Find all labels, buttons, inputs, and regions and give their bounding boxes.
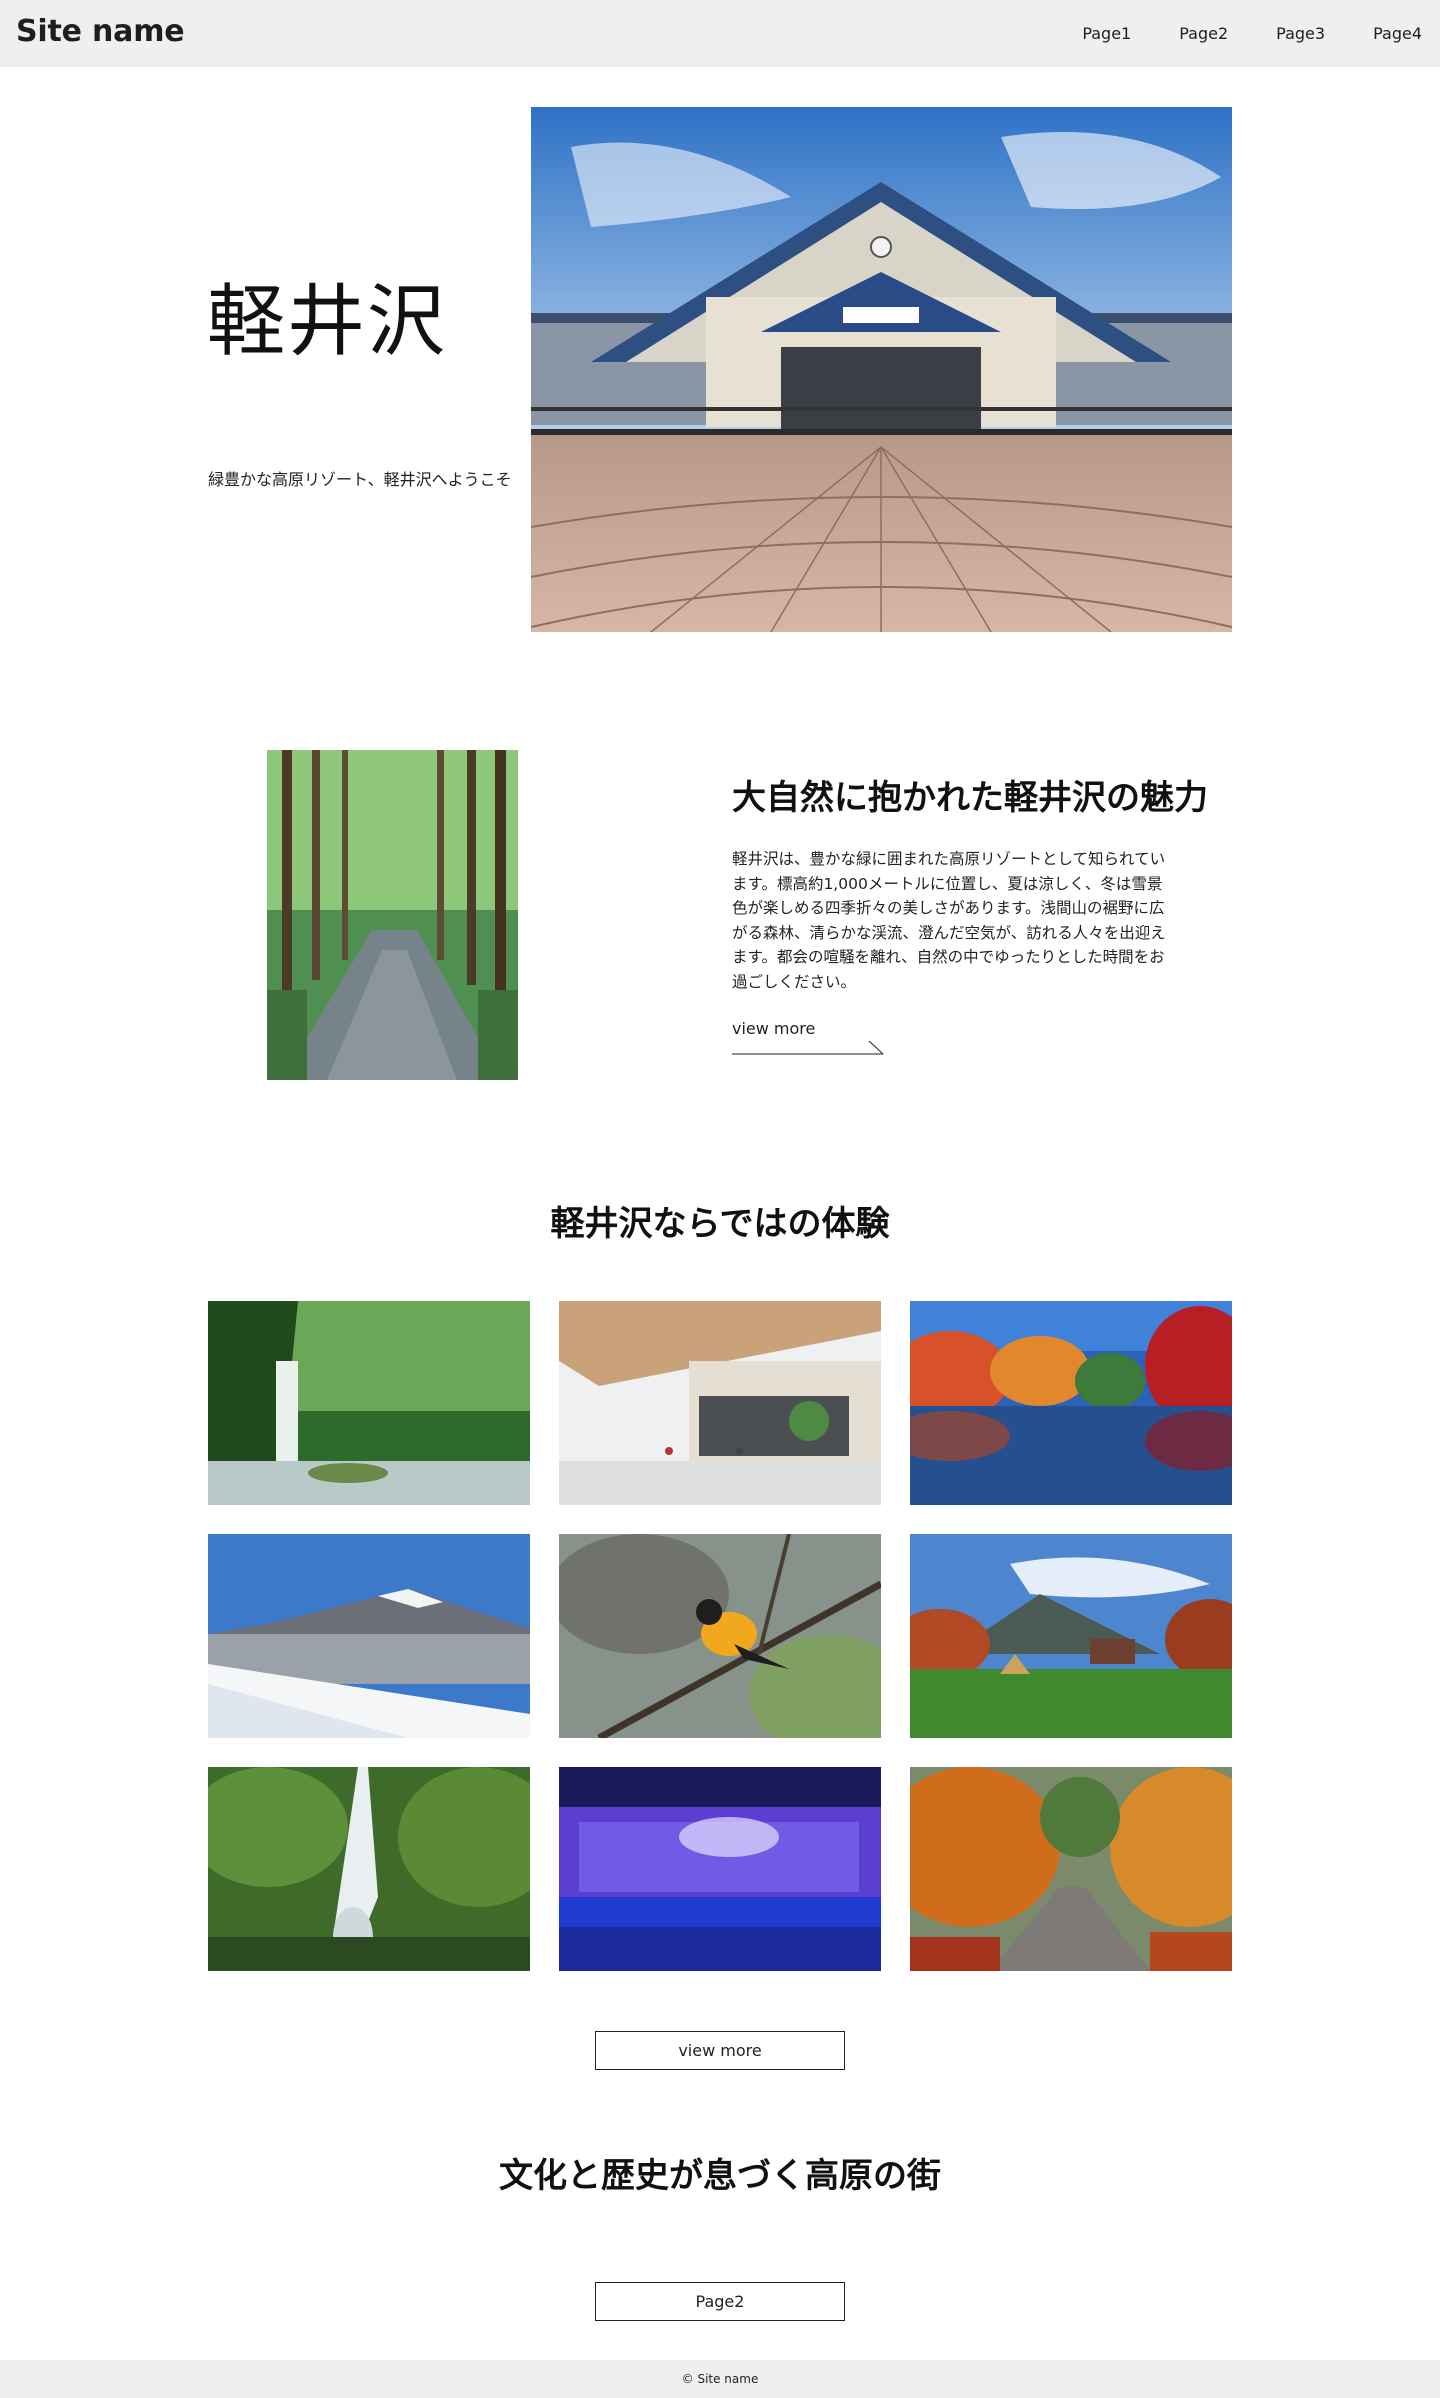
tall-waterfall-photo[interactable] <box>208 1767 530 1971</box>
meadow-camp-photo[interactable] <box>910 1534 1232 1738</box>
site-header: Site name Page1 Page2 Page3 Page4 <box>0 0 1440 67</box>
autumn-road-photo[interactable] <box>910 1767 1232 1971</box>
arrow-right-icon <box>732 1041 884 1055</box>
forest-path-photo <box>267 750 518 1080</box>
illuminated-falls-photo[interactable] <box>559 1767 881 1971</box>
shopping-mall-photo[interactable] <box>559 1301 881 1505</box>
about-heading: 大自然に抱かれた軽井沢の魅力 <box>732 778 1208 818</box>
snowy-mountain-photo[interactable] <box>208 1534 530 1738</box>
about-view-more-link[interactable]: view more <box>732 1019 884 1059</box>
hero-title: 軽井沢 <box>207 277 448 367</box>
about-view-more-label: view more <box>732 1019 816 1038</box>
hero-subtitle: 緑豊かな高原リゾート、軽井沢へようこそ <box>208 470 512 489</box>
hero-station-photo <box>531 107 1232 632</box>
nav-link-page2[interactable]: Page2 <box>1179 24 1228 43</box>
nav-link-page3[interactable]: Page3 <box>1276 24 1325 43</box>
page2-button[interactable]: Page2 <box>595 2282 845 2321</box>
main-nav: Page1 Page2 Page3 Page4 <box>1082 0 1422 67</box>
site-name-logo[interactable]: Site name <box>16 14 185 49</box>
experiences-heading: 軽井沢ならではの体験 <box>550 1204 890 1244</box>
waterfall-forest-photo[interactable] <box>208 1301 530 1505</box>
experiences-view-more-button[interactable]: view more <box>595 2031 845 2070</box>
experience-gallery <box>208 1301 1232 1971</box>
bird-on-branch-photo[interactable] <box>559 1534 881 1738</box>
autumn-pond-photo[interactable] <box>910 1301 1232 1505</box>
nav-link-page4[interactable]: Page4 <box>1373 24 1422 43</box>
culture-heading: 文化と歴史が息づく高原の街 <box>499 2156 941 2196</box>
nav-link-page1[interactable]: Page1 <box>1082 24 1131 43</box>
footer-copyright: © Site name <box>681 2372 759 2386</box>
site-footer: © Site name <box>0 2360 1440 2398</box>
about-body-text: 軽井沢は、豊かな緑に囲まれた高原リゾートとして知られています。標高約1,000メ… <box>732 850 1166 991</box>
